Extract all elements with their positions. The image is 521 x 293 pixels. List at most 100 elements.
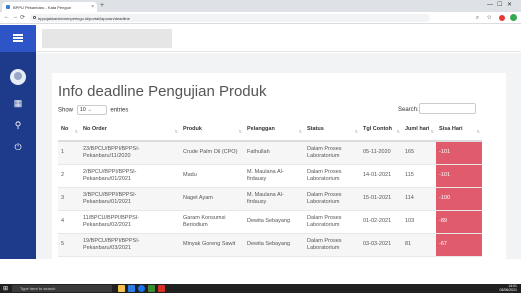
extension-icon[interactable]: [499, 14, 506, 21]
table-cell: 2: [58, 164, 80, 188]
excel-icon[interactable]: [148, 285, 155, 292]
browser-tab[interactable]: BPPU Pekanbaru - Kata Pengun ×: [2, 2, 97, 12]
file-explorer-icon[interactable]: [118, 285, 125, 292]
table-row: 2 2/BPCU/BPPI/BPPSI-Pekanbaru/01/2021 Madu…: [58, 164, 482, 188]
chrome-icon[interactable]: [138, 285, 145, 292]
menu-toggle-button[interactable]: [0, 25, 36, 52]
column-header[interactable]: Status ⇅: [304, 119, 360, 142]
column-header-label: No Order: [83, 126, 107, 132]
table-cell: 19/BPCU/BPPI/BPPSI-Pekanbaru/03/2021: [80, 233, 180, 257]
main-content: Info deadline Pengujian Produk Show 10 ⌄…: [36, 53, 521, 259]
system-tray[interactable]: 14:01 03/06/2021: [499, 284, 517, 292]
entries-value: 10: [79, 107, 86, 113]
column-header-label: Status: [307, 126, 324, 132]
maximize-icon[interactable]: ☐: [497, 1, 507, 8]
table-cell: 2/BPCU/BPPI/BPPSI-Pekanbaru/01/2021: [80, 164, 180, 188]
table-cell: 11/BPCU/BPPI/BPPSI-Pekanbaru/02/2021: [80, 210, 180, 234]
table-cell: 5: [58, 233, 80, 257]
taskbar-search-placeholder: Type here to search: [20, 286, 56, 291]
table-cell: Dalam Proses Laboratorium: [304, 210, 360, 234]
close-tab-icon[interactable]: ×: [91, 4, 94, 10]
table-cell: Madu: [180, 164, 244, 188]
back-icon[interactable]: ←: [4, 14, 10, 20]
column-header[interactable]: No Order ⇅: [80, 119, 180, 142]
column-header[interactable]: Juml hari ⇅: [402, 119, 436, 142]
address-bar[interactable]: bppujakkankemenperingo.id/portal/laporan…: [30, 14, 430, 22]
browser-actions: ⌕ ☆: [476, 14, 517, 22]
table-cell: Dalam Proses Laboratorium: [304, 233, 360, 257]
table-row: 4 11/BPCU/BPPI/BPPSI-Pekanbaru/02/2021 Gar…: [58, 210, 482, 234]
table-cell: Dewita Sebayang: [244, 210, 304, 234]
table-row: 3 3/BPCU/BPPI/BPPSI-Pekanbaru/01/2021 Nage…: [58, 187, 482, 211]
forward-icon[interactable]: →: [12, 14, 18, 20]
sisa-hari-cell: -101: [436, 141, 482, 165]
table-header-row: No ⇅ No Order ⇅ Produk ⇅ Pelanggan ⇅ Status ⇅ Tgl …: [58, 119, 482, 142]
taskbar-area: ⊞ Type here to search 14:01 03/06/2021: [0, 259, 521, 293]
sort-icon: ⇅: [396, 129, 400, 134]
url-text: bppujakkankemenperingo.id/portal/laporan…: [38, 16, 130, 21]
column-header-label: Tgl Contoh: [363, 126, 393, 132]
table-cell: Garam Konsumsi Beriodium: [180, 210, 244, 234]
minimize-icon[interactable]: —: [487, 2, 497, 8]
windows-taskbar: ⊞ Type here to search 14:01 03/06/2021: [0, 284, 521, 293]
column-header-label: No: [61, 126, 69, 132]
chevron-down-icon: ⌄: [87, 107, 92, 113]
new-tab-button[interactable]: +: [100, 2, 104, 10]
column-header[interactable]: Tgl Contoh ⇅: [360, 119, 402, 142]
table-cell: Dalam Proses Laboratorium: [304, 187, 360, 211]
sort-icon: ⇅: [430, 129, 434, 134]
windows-start-icon[interactable]: ⊞: [3, 285, 8, 292]
table-cell: 01-02-2021: [360, 210, 402, 234]
table-cell: Dalam Proses Laboratorium: [304, 141, 360, 165]
column-header[interactable]: Produk ⇅: [180, 119, 244, 142]
column-header-label: Produk: [183, 126, 202, 132]
user-avatar[interactable]: [10, 69, 26, 85]
table-cell: 05-11-2020: [360, 141, 402, 165]
table-cell: 165: [402, 141, 436, 165]
tray-date: 03/06/2021: [499, 288, 517, 292]
table-cell: 3: [58, 187, 80, 211]
sort-icon: ⇅: [354, 129, 358, 134]
table-cell: Crude Palm Oil (CPO): [180, 141, 244, 165]
table-cell: Minyak Goreng Sawit: [180, 233, 244, 257]
sisa-hari-cell: -100: [436, 187, 482, 211]
table-cell: 103: [402, 210, 436, 234]
site-favicon-icon: [6, 5, 10, 9]
table-cell: 4: [58, 210, 80, 234]
column-header-label: Juml hari: [405, 126, 430, 132]
sort-icon: ⇅: [476, 129, 480, 134]
sisa-hari-cell: -101: [436, 164, 482, 188]
search-label: Search:: [398, 107, 419, 113]
table-cell: Dalam Proses Laboratorium: [304, 164, 360, 188]
column-header-label: Sisa Hari: [439, 126, 463, 132]
reload-icon[interactable]: ⟳: [20, 14, 25, 21]
app-header: [36, 25, 521, 52]
column-header[interactable]: Sisa Hari ⇅: [436, 119, 482, 142]
grid-icon[interactable]: ▦: [12, 97, 24, 109]
profile-avatar[interactable]: [510, 14, 517, 21]
taskbar-search[interactable]: Type here to search: [12, 285, 112, 292]
table-cell: 115: [402, 164, 436, 188]
header-banner: [42, 29, 172, 48]
sisa-hari-cell: -67: [436, 233, 482, 257]
table-cell: Fathullah: [244, 141, 304, 165]
location-icon[interactable]: ⚲: [12, 119, 24, 131]
entries-select[interactable]: 10 ⌄: [76, 105, 107, 115]
edge-icon[interactable]: [128, 285, 135, 292]
power-icon[interactable]: ⏻: [12, 141, 24, 153]
sort-icon: ⇅: [238, 129, 242, 134]
page-title: Info deadline Pengujian Produk: [58, 83, 267, 100]
column-header[interactable]: Pelanggan ⇅: [244, 119, 304, 142]
column-header[interactable]: No ⇅: [58, 119, 80, 142]
lock-icon: [33, 16, 36, 19]
search-input[interactable]: [419, 103, 476, 114]
browser-toolbar: ← → ⟳ bppujakkankemenperingo.id/portal/l…: [0, 12, 521, 24]
close-window-icon[interactable]: ✕: [507, 1, 517, 8]
pdf-icon[interactable]: [158, 285, 165, 292]
table-cell: 03-03-2021: [360, 233, 402, 257]
zoom-bookmark-icons[interactable]: ⌕ ☆: [476, 15, 495, 21]
sort-icon: ⇅: [298, 129, 302, 134]
column-header-label: Pelanggan: [247, 126, 275, 132]
table-cell: 1: [58, 141, 80, 165]
table-cell: 15-01-2021: [360, 187, 402, 211]
